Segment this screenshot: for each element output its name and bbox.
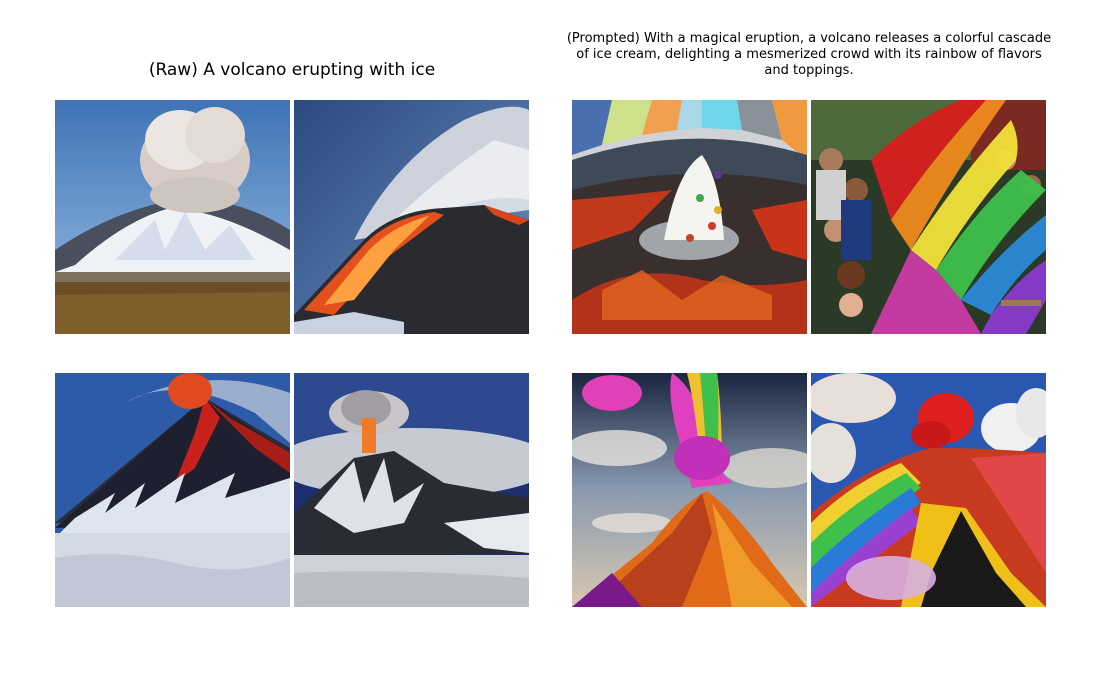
raw-image-2	[294, 100, 529, 334]
raw-image-4	[294, 373, 529, 607]
prompted-image-4	[811, 373, 1046, 607]
right-panel-title: (Prompted) With a magical eruption, a vo…	[566, 31, 1052, 78]
prompted-image-2	[811, 100, 1046, 334]
prompted-image-3	[572, 373, 807, 607]
prompted-image-1	[572, 100, 807, 334]
raw-image-1	[55, 100, 290, 334]
raw-image-3	[55, 373, 290, 607]
left-panel-title: (Raw) A volcano erupting with ice	[148, 60, 436, 80]
